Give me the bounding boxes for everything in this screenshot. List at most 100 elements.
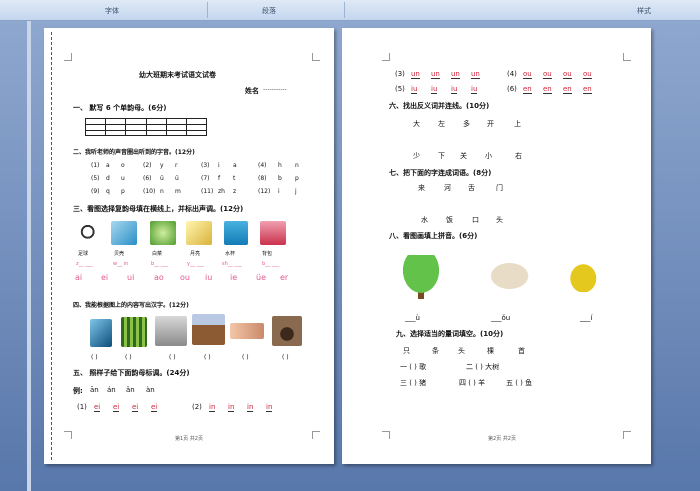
pinyin-blank: w__ in <box>113 261 129 267</box>
picture-caption: 足球 <box>78 251 89 257</box>
pinyin-blank: b__ ___ <box>151 261 169 267</box>
option-letter: p <box>295 175 299 182</box>
measure-blank: 三 ( ) 猪 <box>400 379 427 387</box>
ribbon-separator <box>344 2 345 18</box>
option-letter: b <box>278 175 282 182</box>
question-6: 六、找出反义词并连线。(10分) <box>389 102 490 110</box>
gate-icon <box>272 316 302 346</box>
option-letter: i <box>278 188 280 195</box>
vertical-ruler[interactable] <box>27 21 31 491</box>
page-footer: 第1页 共2页 <box>175 436 203 442</box>
option-letter: m <box>175 188 181 195</box>
option-letter: p <box>121 188 125 195</box>
measure-word: 条 <box>432 347 439 355</box>
final-option: ou <box>180 273 190 282</box>
writing-grid <box>85 118 207 136</box>
ribbon-bar: 字体 段落 样式 <box>0 0 700 21</box>
ribbon-group-font[interactable]: 字体 <box>105 6 119 16</box>
picture-caption: 背包 <box>262 251 273 257</box>
water-icon <box>90 319 112 347</box>
crop-mark <box>382 53 390 61</box>
final-option: er <box>280 273 289 282</box>
option-letter: j <box>295 188 297 195</box>
option-letter: z <box>233 188 237 195</box>
option-letter: zh <box>218 188 225 195</box>
question-3: 三、看图选择复韵母填在横线上，并标出声调。(12分) <box>73 205 244 213</box>
item-number: (5) <box>395 85 405 93</box>
item-number: (3) <box>395 70 405 78</box>
question-7: 七、把下面的字连成词语。(8分) <box>389 169 492 177</box>
final-option: ie <box>230 273 238 282</box>
option-number: (4) <box>258 162 267 169</box>
antonym-char: 下 <box>438 152 445 160</box>
document-page-1[interactable]: 幼大班期末考试语文试卷 姓名 ----------- 一、 默写 6 个单韵母。… <box>44 28 334 464</box>
picture-caption: 水杯 <box>225 251 236 257</box>
ribbon-group-paragraph[interactable]: 段落 <box>262 6 276 16</box>
final-option: ao <box>154 273 164 282</box>
tone-syllable: iu <box>451 85 458 94</box>
tone-syllable: in <box>247 403 254 412</box>
ribbon-group-styles[interactable]: 样式 <box>637 6 651 16</box>
item-number: (2) <box>192 403 202 411</box>
option-letter: o <box>121 162 125 169</box>
crop-mark <box>64 53 72 61</box>
option-letter: ü <box>160 175 164 182</box>
item-number: (4) <box>507 70 517 78</box>
ribbon-separator <box>207 2 208 18</box>
question-5: 五、 照样子给下面韵母标调。(24分) <box>73 369 190 377</box>
picture-caption: 贝壳 <box>114 251 125 257</box>
measure-blank: 一 ( ) 歌 <box>400 363 427 371</box>
pinyin-blank: b__ ___ <box>262 261 280 267</box>
antonym-char: 小 <box>485 152 492 160</box>
answer-paren: ( ) <box>169 354 176 361</box>
document-page-2[interactable]: (3) un un un un (4) ou ou ou ou (5) iu iu iu iu (6) en en… <box>342 28 651 464</box>
measure-word: 棵 <box>487 347 494 355</box>
question-1: 一、 默写 6 个单韵母。(6分) <box>73 104 167 112</box>
option-number: (1) <box>91 162 100 169</box>
tone-syllable: ou <box>543 70 552 79</box>
answer-paren: ( ) <box>242 354 249 361</box>
antonym-char: 少 <box>413 152 420 160</box>
antonym-char: 上 <box>514 120 521 128</box>
tone-syllable: ei <box>94 403 101 412</box>
tone-syllable: un <box>471 70 480 79</box>
example-syllable: ān <box>90 386 99 394</box>
tone-syllable: en <box>563 85 572 94</box>
antonym-char: 右 <box>515 152 522 160</box>
picture-caption: 白菜 <box>152 251 163 257</box>
option-number: (9) <box>91 188 100 195</box>
example-syllable: àn <box>146 386 155 394</box>
option-number: (8) <box>258 175 267 182</box>
crop-mark <box>382 431 390 439</box>
example-label: 例: <box>73 387 83 395</box>
question-2: 二、我听老师的声音圈出听到的字音。(12分) <box>73 149 195 156</box>
tone-syllable: ou <box>523 70 532 79</box>
tone-syllable: un <box>451 70 460 79</box>
word-char: 来 <box>418 184 425 192</box>
option-letter: y <box>160 162 164 169</box>
pinyin-blank: y__ ___ <box>187 261 205 267</box>
measure-blank: 四 ( ) 羊 <box>459 379 486 387</box>
tone-syllable: iu <box>411 85 418 94</box>
option-letter: a <box>106 162 110 169</box>
exam-title: 幼大班期末考试语文试卷 <box>139 71 216 79</box>
option-letter: t <box>233 175 236 182</box>
option-number: (5) <box>91 175 100 182</box>
option-number: (2) <box>143 162 152 169</box>
tone-syllable: in <box>209 403 216 412</box>
antonym-char: 关 <box>460 152 467 160</box>
tree-icon <box>398 255 444 299</box>
pinyin-blank: ___ù <box>405 314 420 322</box>
final-option: ai <box>75 273 83 282</box>
name-label: 姓名 <box>245 87 259 95</box>
pinyin-blank: z__ ___ <box>76 261 93 267</box>
tone-syllable: ou <box>583 70 592 79</box>
measure-word: 只 <box>403 347 410 355</box>
goat-icon <box>155 316 187 346</box>
final-option: ei <box>101 273 109 282</box>
cup-icon <box>224 221 248 245</box>
tone-syllable: un <box>411 70 420 79</box>
word-char: 门 <box>496 184 503 192</box>
option-letter: n <box>295 162 299 169</box>
hands-icon <box>230 323 264 339</box>
